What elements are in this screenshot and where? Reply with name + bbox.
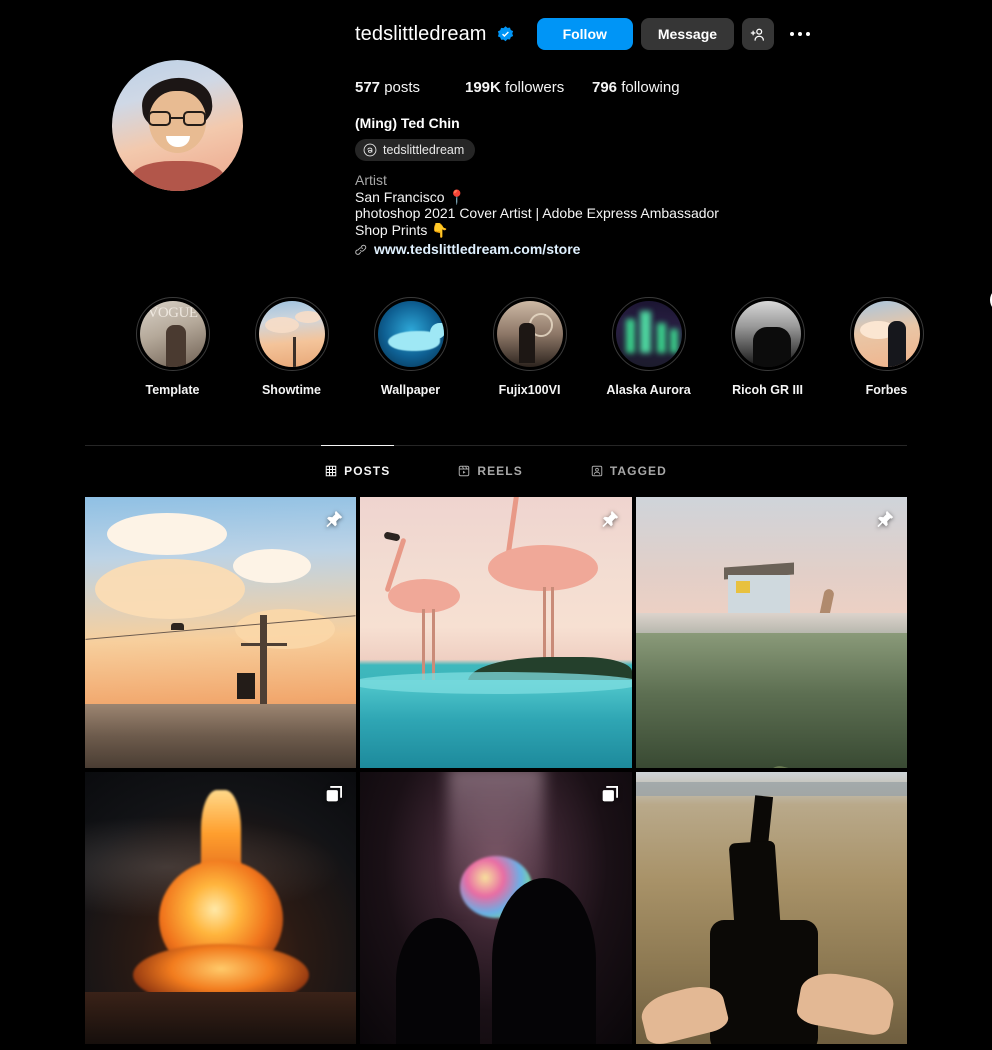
instagram-profile-page: tedslittledream Follow Message 577 posts… <box>0 0 992 1050</box>
profile-header: tedslittledream Follow Message 577 posts… <box>0 0 992 257</box>
highlight-alaska-aurora[interactable]: Alaska Aurora <box>589 297 708 397</box>
highlight-wallpaper[interactable]: Wallpaper <box>351 297 470 397</box>
stat-posts-label: posts <box>384 79 421 96</box>
highlight-label: Showtime <box>261 383 322 397</box>
post-image <box>360 497 632 769</box>
post-tile[interactable] <box>85 772 357 1044</box>
post-tile[interactable] <box>635 497 907 769</box>
stat-posts-value: 577 <box>355 79 381 96</box>
bio-line-2: photoshop 2021 Cover Artist | Adobe Expr… <box>355 205 719 221</box>
post-image <box>635 772 907 1044</box>
highlight-label: Template <box>145 383 200 397</box>
highlight-cover <box>615 301 682 367</box>
tab-reels-label: REELS <box>477 464 523 478</box>
tab-posts-label: POSTS <box>344 464 391 478</box>
post-tile[interactable] <box>635 772 907 1044</box>
grid-icon <box>325 465 337 477</box>
avatar[interactable] <box>112 60 243 191</box>
stat-following[interactable]: 796 following <box>592 79 680 96</box>
highlight-ricoh-gr-iii[interactable]: Ricoh GR III <box>708 297 827 397</box>
highlight-cover <box>258 301 325 367</box>
stat-posts[interactable]: 577 posts <box>355 79 465 96</box>
stat-followers-value: 199K <box>465 79 501 96</box>
avatar-column <box>0 18 355 257</box>
post-image <box>85 772 357 1044</box>
follow-button[interactable]: Follow <box>536 18 633 50</box>
highlight-label: Forbes <box>865 383 908 397</box>
profile-full-name: (Ming) Ted Chin <box>355 115 460 131</box>
post-tile[interactable] <box>360 772 632 1044</box>
profile-username: tedslittledream <box>355 22 487 45</box>
story-highlights: Template Showtime Wallpaper Fujix100VI A… <box>113 257 992 397</box>
username-row: tedslittledream Follow Message <box>355 18 932 50</box>
profile-category: Artist <box>355 172 387 188</box>
pin-icon <box>877 510 894 528</box>
highlight-cover <box>496 301 563 367</box>
highlight-label: Alaska Aurora <box>606 383 691 397</box>
profile-tabs: POSTS REELS TAGGED <box>85 445 907 492</box>
post-image <box>635 497 907 769</box>
threads-icon <box>363 143 377 157</box>
stat-following-value: 796 <box>592 79 618 96</box>
highlight-cover <box>377 301 444 367</box>
profile-info-column: tedslittledream Follow Message 577 posts… <box>355 18 992 257</box>
post-tile[interactable] <box>360 497 632 769</box>
highlight-label: Ricoh GR III <box>732 383 803 397</box>
highlight-template[interactable]: Template <box>113 297 232 397</box>
threads-badge[interactable]: tedslittledream <box>355 139 476 161</box>
avatar-art-shirt <box>132 161 224 191</box>
pin-icon <box>601 510 618 528</box>
tab-reels[interactable]: REELS <box>454 445 527 492</box>
stat-following-label: following <box>621 79 680 96</box>
avatar-art-glasses <box>148 111 206 126</box>
more-options-icon <box>790 32 795 36</box>
profile-link[interactable]: www.tedslittledream.com/store <box>374 241 580 257</box>
profile-bio: Artist San Francisco 📍 photoshop 2021 Co… <box>355 172 932 238</box>
post-image <box>360 772 632 1044</box>
highlight-fujix100vi[interactable]: Fujix100VI <box>470 297 589 397</box>
profile-stats: 577 posts 199K followers 796 following <box>355 79 932 96</box>
add-person-button[interactable] <box>742 18 775 50</box>
stat-followers-label: followers <box>505 79 565 96</box>
posts-grid <box>85 497 907 1044</box>
highlight-label: Fujix100VI <box>498 383 561 397</box>
highlight-showtime[interactable]: Showtime <box>232 297 351 397</box>
stat-followers[interactable]: 199K followers <box>465 79 592 96</box>
tagged-icon <box>591 465 603 477</box>
post-image <box>85 497 357 769</box>
link-icon <box>355 244 367 255</box>
verified-badge-icon <box>497 25 513 41</box>
more-options-button[interactable] <box>788 26 812 42</box>
pin-icon <box>326 510 343 528</box>
highlight-label: Wallpaper <box>380 383 441 397</box>
message-button[interactable]: Message <box>640 18 735 50</box>
threads-handle: tedslittledream <box>383 143 465 157</box>
reels-icon <box>459 465 470 477</box>
highlight-cover <box>139 301 206 367</box>
bio-line-3: Shop Prints 👇 <box>355 221 449 238</box>
carousel-icon <box>326 786 343 802</box>
carousel-icon <box>602 786 618 802</box>
post-tile[interactable] <box>85 497 357 769</box>
highlight-cover <box>734 301 801 367</box>
profile-link-row[interactable]: www.tedslittledream.com/store <box>355 241 932 257</box>
tab-tagged-label: TAGGED <box>609 464 667 478</box>
tab-posts[interactable]: POSTS <box>321 445 395 492</box>
add-person-icon <box>750 28 764 41</box>
highlight-forbes[interactable]: Forbes <box>827 287 992 397</box>
tab-tagged[interactable]: TAGGED <box>587 445 671 492</box>
bio-line-1: San Francisco 📍 <box>355 188 466 205</box>
highlight-cover <box>853 301 920 367</box>
